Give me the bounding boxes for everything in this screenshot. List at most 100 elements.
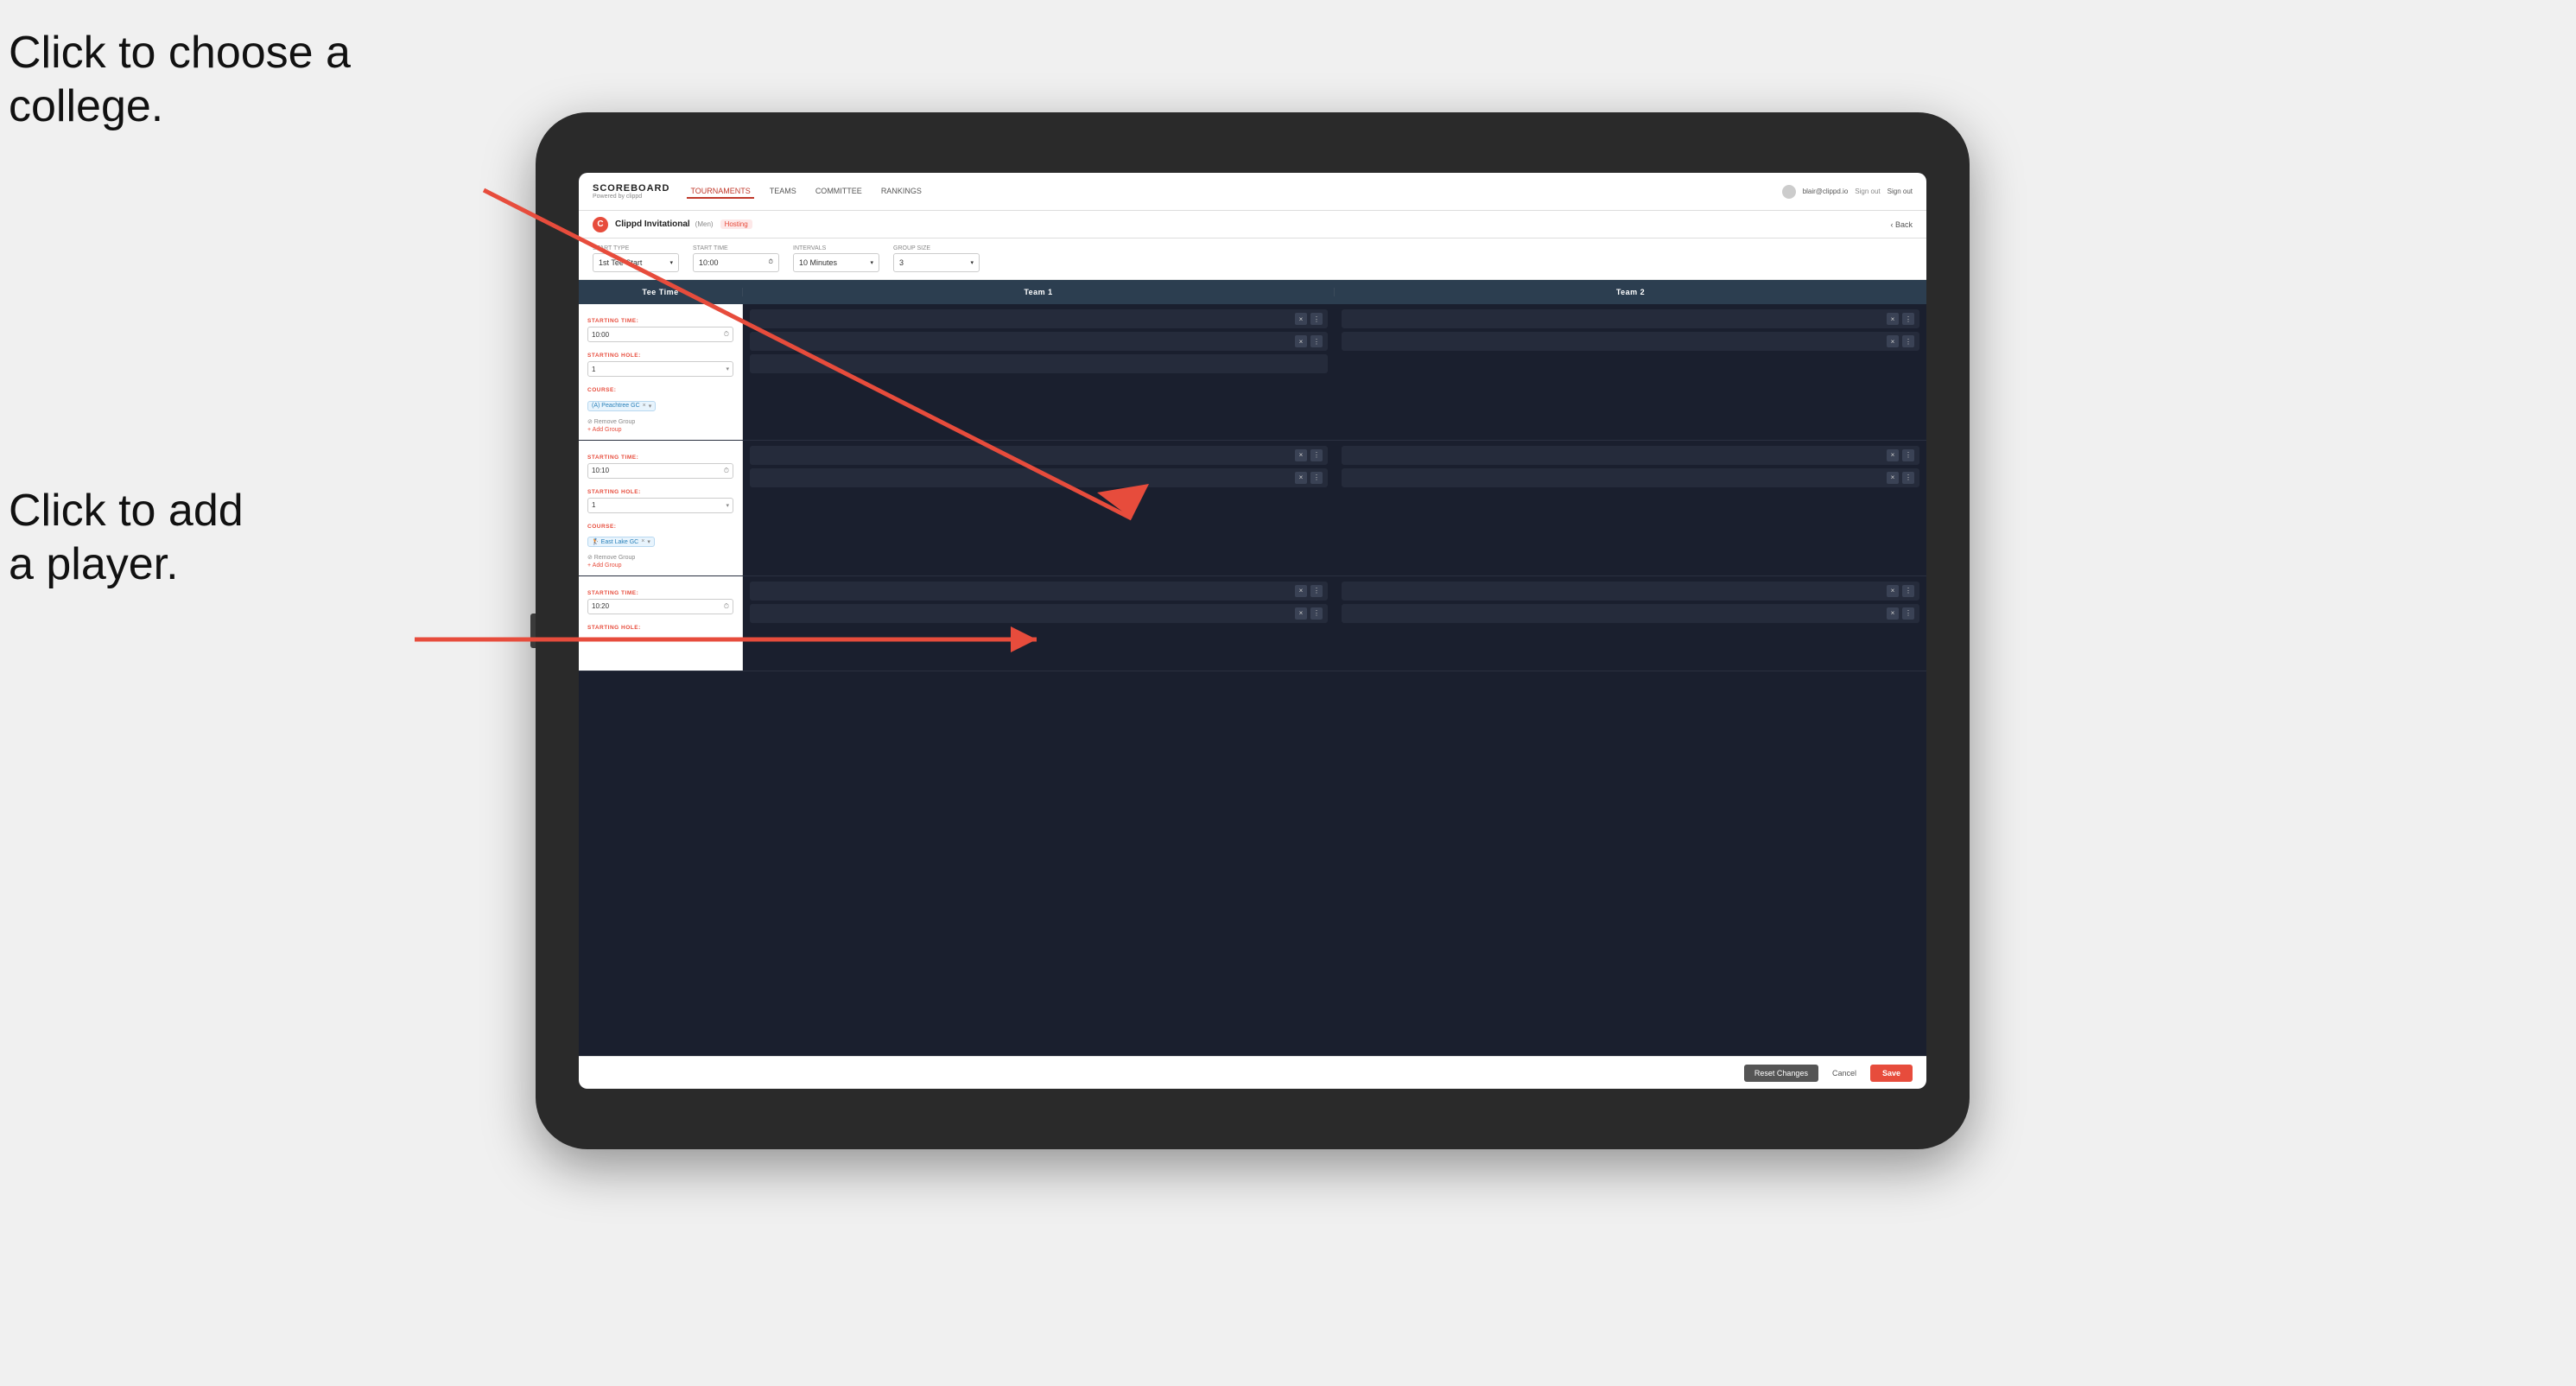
rows-area: STARTING TIME: 10:00 ⏱ STARTING HOLE: 1 … [579, 304, 1926, 1056]
add-group-1[interactable]: + Add Group [587, 427, 733, 433]
options-icon[interactable]: ⋮ [1310, 449, 1323, 461]
options-icon[interactable]: ⋮ [1902, 449, 1914, 461]
chevron-down-icon-hole2: ▾ [726, 502, 729, 509]
options-icon[interactable]: ⋮ [1310, 472, 1323, 484]
expand-icon[interactable]: × [1295, 449, 1307, 461]
options-icon[interactable]: ⋮ [1902, 335, 1914, 347]
player-slot[interactable]: × ⋮ [750, 309, 1328, 328]
player-slot[interactable]: × ⋮ [750, 446, 1328, 465]
expand-icon[interactable]: × [1887, 335, 1899, 347]
footer-bar: Reset Changes Cancel Save [579, 1056, 1926, 1089]
tourney-name: Clippd Invitational [615, 219, 690, 229]
add-group-2[interactable]: + Add Group [587, 563, 733, 569]
options-icon[interactable]: ⋮ [1902, 585, 1914, 597]
group-1-left: STARTING TIME: 10:00 ⏱ STARTING HOLE: 1 … [579, 304, 743, 440]
player-slot[interactable]: × ⋮ [750, 468, 1328, 487]
starting-time-input-3[interactable]: 10:20 ⏱ [587, 599, 733, 614]
course-tag-2[interactable]: 🏌 East Lake GC × ▾ [587, 537, 655, 547]
options-icon[interactable]: ⋮ [1902, 607, 1914, 620]
start-type-select[interactable]: 1st Tee Start ▾ [593, 253, 679, 272]
expand-icon[interactable]: × [1295, 335, 1307, 347]
col-team1: Team 1 [743, 288, 1335, 296]
options-icon[interactable]: ⋮ [1310, 607, 1323, 620]
user-email: blair@clippd.io [1803, 188, 1849, 195]
options-icon[interactable]: ⋮ [1310, 585, 1323, 597]
expand-icon[interactable]: × [1295, 472, 1307, 484]
player-slot[interactable]: × ⋮ [1342, 582, 1919, 601]
save-button[interactable]: Save [1870, 1065, 1913, 1082]
tourney-gender: (Men) [695, 220, 714, 228]
nav-link-tournaments[interactable]: TOURNAMENTS [687, 185, 753, 199]
team2-panel-2: × ⋮ × ⋮ [1335, 441, 1926, 575]
sign-out-link[interactable]: Sign out [1855, 188, 1880, 195]
player-slot[interactable]: × ⋮ [750, 604, 1328, 623]
player-slot[interactable]: × ⋮ [1342, 332, 1919, 351]
brand-sub: Powered by clippd [593, 194, 669, 200]
tablet-screen: SCOREBOARD Powered by clippd TOURNAMENTS… [579, 173, 1926, 1089]
chevron-down-icon: ▾ [669, 259, 673, 266]
expand-icon[interactable]: × [1295, 313, 1307, 325]
chevron-down-icon-intervals: ▾ [870, 259, 873, 266]
clock-icon-2: ⏱ [724, 467, 729, 475]
course-tag-1[interactable]: (A) Peachtree GC × ▾ [587, 401, 656, 411]
player-slot[interactable]: × ⋮ [1342, 309, 1919, 328]
start-time-label: Start Time [693, 245, 779, 251]
expand-icon[interactable]: × [1887, 585, 1899, 597]
intervals-select[interactable]: 10 Minutes ▾ [793, 253, 879, 272]
course-label-2: COURSE: [587, 524, 616, 530]
remove-group-1[interactable]: ⊘ Remove Group [587, 418, 733, 425]
start-time-select[interactable]: 10:00 ⏱ [693, 253, 779, 272]
reset-changes-button[interactable]: Reset Changes [1744, 1065, 1818, 1082]
remove-course-1[interactable]: × [643, 403, 646, 409]
expand-icon[interactable]: × [1295, 585, 1307, 597]
team1-panel-1: × ⋮ × ⋮ [743, 304, 1335, 440]
expand-icon[interactable]: × [1887, 313, 1899, 325]
player-slot[interactable]: × ⋮ [1342, 468, 1919, 487]
player-slot[interactable]: × ⋮ [750, 332, 1328, 351]
intervals-group: Intervals 10 Minutes ▾ [793, 245, 879, 272]
back-button[interactable]: ‹ Back [1890, 220, 1913, 229]
options-icon[interactable]: ⋮ [1310, 313, 1323, 325]
team1-panel-3: × ⋮ × ⋮ [743, 576, 1335, 671]
table-header: Tee Time Team 1 Team 2 [579, 280, 1926, 304]
player-slot[interactable]: × ⋮ [750, 582, 1328, 601]
team2-panel-1: × ⋮ × ⋮ [1335, 304, 1926, 440]
options-icon[interactable]: ⋮ [1902, 313, 1914, 325]
options-icon[interactable]: ⋮ [1310, 335, 1323, 347]
annotation-college: Click to choose acollege. [9, 26, 351, 134]
player-slot[interactable] [750, 354, 1328, 373]
annotation-college-text: Click to choose acollege. [9, 28, 351, 131]
cancel-button[interactable]: Cancel [1825, 1065, 1863, 1082]
brand: SCOREBOARD Powered by clippd [593, 183, 669, 200]
group-size-select[interactable]: 3 ▾ [893, 253, 980, 272]
expand-icon[interactable]: × [1887, 449, 1899, 461]
tablet-frame: SCOREBOARD Powered by clippd TOURNAMENTS… [536, 112, 1970, 1149]
chevron-down-icon-course2: ▾ [647, 538, 650, 545]
table-row: STARTING TIME: 10:10 ⏱ STARTING HOLE: 1 … [579, 441, 1926, 576]
nav-link-rankings[interactable]: RANKINGS [878, 185, 925, 199]
expand-icon[interactable]: × [1887, 472, 1899, 484]
expand-icon[interactable]: × [1887, 607, 1899, 620]
hosting-badge: Hosting [720, 219, 752, 229]
sign-out-btn[interactable]: Sign out [1888, 188, 1913, 195]
nav-link-teams[interactable]: TEAMS [766, 185, 800, 199]
nav-link-committee[interactable]: COMMITTEE [812, 185, 866, 199]
main-content: Tee Time Team 1 Team 2 STARTING TIME: 10… [579, 280, 1926, 1056]
expand-icon[interactable]: × [1295, 607, 1307, 620]
remove-course-2[interactable]: × [641, 538, 644, 544]
course-label-1: COURSE: [587, 387, 616, 393]
col-tee-time: Tee Time [579, 288, 743, 296]
starting-time-input-2[interactable]: 10:10 ⏱ [587, 463, 733, 479]
c-logo: C [593, 217, 608, 232]
brand-title: SCOREBOARD [593, 183, 669, 194]
starting-hole-input-1[interactable]: 1 ▾ [587, 361, 733, 377]
starting-time-label-3: STARTING TIME: [587, 590, 638, 596]
player-slot[interactable]: × ⋮ [1342, 604, 1919, 623]
starting-time-label-2: STARTING TIME: [587, 455, 638, 461]
group-2-left: STARTING TIME: 10:10 ⏱ STARTING HOLE: 1 … [579, 441, 743, 575]
options-icon[interactable]: ⋮ [1902, 472, 1914, 484]
starting-hole-input-2[interactable]: 1 ▾ [587, 498, 733, 513]
remove-group-2[interactable]: ⊘ Remove Group [587, 554, 733, 561]
starting-time-input-1[interactable]: 10:00 ⏱ [587, 327, 733, 342]
player-slot[interactable]: × ⋮ [1342, 446, 1919, 465]
